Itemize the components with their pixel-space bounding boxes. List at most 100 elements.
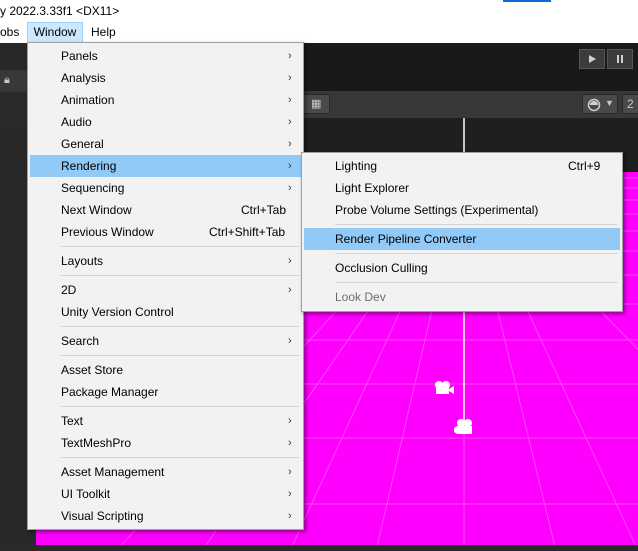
menu-item-layouts[interactable]: Layouts ›: [30, 250, 301, 272]
menu-item-label: Panels: [61, 49, 98, 63]
menu-item-label: Package Manager: [61, 385, 159, 399]
menu-item-shortcut: Ctrl+Shift+Tab: [209, 225, 286, 239]
menu-item-next-window[interactable]: Next Window Ctrl+Tab: [30, 199, 301, 221]
play-button[interactable]: [579, 49, 605, 69]
menu-item-shortcut: Ctrl+9: [568, 159, 601, 173]
menu-item-label: Previous Window: [61, 225, 154, 239]
gizmo-dropdown-button[interactable]: ▼: [582, 94, 618, 114]
menu-item-light-explorer[interactable]: Light Explorer: [304, 177, 620, 199]
menu-separator: [335, 224, 618, 225]
chevron-right-icon: ›: [288, 94, 292, 106]
chevron-right-icon: ›: [288, 437, 292, 449]
menu-item-probe-volume-settings[interactable]: Probe Volume Settings (Experimental): [304, 199, 620, 221]
menu-item-label: Light Explorer: [335, 181, 410, 195]
scene-corner-button[interactable]: 2: [622, 94, 638, 114]
menu-separator: [335, 253, 618, 254]
chevron-right-icon: ›: [288, 160, 292, 172]
menu-item-label: Render Pipeline Converter: [335, 232, 477, 246]
menu-item-audio[interactable]: Audio ›: [30, 111, 301, 133]
menu-item-label: Layouts: [61, 254, 104, 268]
lock-icon[interactable]: 🔒︎: [4, 74, 10, 87]
menu-item-analysis[interactable]: Analysis ›: [30, 67, 301, 89]
chevron-right-icon: ›: [288, 50, 292, 62]
menu-item-label: Sequencing: [61, 181, 125, 195]
chevron-right-icon: ›: [288, 72, 292, 84]
menu-item-general[interactable]: General ›: [30, 133, 301, 155]
title-accent: [503, 0, 551, 2]
rendering-submenu: Lighting Ctrl+9 Light Explorer Probe Vol…: [301, 152, 623, 312]
chevron-right-icon: ›: [288, 335, 292, 347]
grid-icon: ▦: [311, 98, 322, 110]
scene-corner-label: 2: [627, 97, 634, 111]
window-menu: Panels › Analysis › Animation › Audio › …: [27, 42, 304, 530]
menu-item-label: Occlusion Culling: [335, 261, 428, 275]
menu-separator: [61, 246, 299, 247]
menu-item-label: Visual Scripting: [61, 509, 144, 523]
menu-item-animation[interactable]: Animation ›: [30, 89, 301, 111]
menu-separator: [61, 406, 299, 407]
menu-separator: [61, 326, 299, 327]
menu-item-asset-management[interactable]: Asset Management ›: [30, 461, 301, 483]
menu-separator: [61, 355, 299, 356]
menu-item-textmeshpro[interactable]: TextMeshPro ›: [30, 432, 301, 454]
menu-item-label: Unity Version Control: [61, 305, 174, 319]
menu-jobs[interactable]: obs: [0, 22, 24, 43]
menu-item-label: Next Window: [61, 203, 132, 217]
pause-button[interactable]: [607, 49, 633, 69]
menu-item-lighting[interactable]: Lighting Ctrl+9: [304, 155, 620, 177]
menu-item-label: Analysis: [61, 71, 106, 85]
chevron-right-icon: ›: [288, 182, 292, 194]
chevron-right-icon: ›: [288, 466, 292, 478]
sphere-icon: [587, 98, 601, 112]
menu-item-label: Rendering: [61, 159, 117, 173]
menu-item-label: Search: [61, 334, 100, 348]
menu-item-label: Probe Volume Settings (Experimental): [335, 203, 539, 217]
menu-item-look-dev: Look Dev: [304, 286, 620, 308]
menu-item-search[interactable]: Search ›: [30, 330, 301, 352]
menu-item-2d[interactable]: 2D ›: [30, 279, 301, 301]
menu-item-sequencing[interactable]: Sequencing ›: [30, 177, 301, 199]
menu-separator: [335, 282, 618, 283]
menu-item-label: Asset Store: [61, 363, 124, 377]
chevron-right-icon: ›: [288, 488, 292, 500]
play-icon: [589, 55, 596, 63]
chevron-right-icon: ›: [288, 284, 292, 296]
menu-bar: obs Window Help: [0, 22, 638, 43]
menu-item-unity-version-control[interactable]: Unity Version Control: [30, 301, 301, 323]
menu-item-render-pipeline-converter[interactable]: Render Pipeline Converter: [304, 228, 620, 250]
menu-item-occlusion-culling[interactable]: Occlusion Culling: [304, 257, 620, 279]
menu-help[interactable]: Help: [86, 22, 121, 43]
window-title: y 2022.3.33f1 <DX11>: [0, 4, 120, 18]
menu-item-label: UI Toolkit: [61, 487, 111, 501]
menu-item-label: TextMeshPro: [61, 436, 132, 450]
menu-item-label: Text: [61, 414, 84, 428]
menu-window[interactable]: Window: [27, 22, 83, 43]
grid-dropdown-button[interactable]: ▦: [302, 94, 330, 114]
camera-gizmo-icon[interactable]: [454, 418, 476, 436]
chevron-right-icon: ›: [288, 255, 292, 267]
chevron-right-icon: ›: [288, 138, 292, 150]
menu-item-previous-window[interactable]: Previous Window Ctrl+Shift+Tab: [30, 221, 301, 243]
pause-icon: [617, 55, 623, 63]
chevron-right-icon: ›: [288, 415, 292, 427]
menu-item-shortcut: Ctrl+Tab: [241, 203, 287, 217]
menu-item-rendering[interactable]: Rendering ›: [30, 155, 301, 177]
menu-item-label: General: [61, 137, 104, 151]
menu-item-asset-store[interactable]: Asset Store: [30, 359, 301, 381]
menu-item-visual-scripting[interactable]: Visual Scripting ›: [30, 505, 301, 527]
menu-item-ui-toolkit[interactable]: UI Toolkit ›: [30, 483, 301, 505]
menu-item-label: Animation: [61, 93, 115, 107]
menu-separator: [61, 457, 299, 458]
chevron-right-icon: ›: [288, 116, 292, 128]
menu-item-label: 2D: [61, 283, 77, 297]
menu-item-panels[interactable]: Panels ›: [30, 45, 301, 67]
camera-gizmo-icon[interactable]: [433, 380, 455, 396]
chevron-right-icon: ›: [288, 510, 292, 522]
menu-item-label: Asset Management: [61, 465, 165, 479]
menu-item-text[interactable]: Text ›: [30, 410, 301, 432]
title-bar: y 2022.3.33f1 <DX11>: [0, 0, 638, 22]
menu-separator: [61, 275, 299, 276]
menu-item-label: Look Dev: [335, 290, 386, 304]
bottom-strip: [0, 545, 638, 551]
menu-item-package-manager[interactable]: Package Manager: [30, 381, 301, 403]
